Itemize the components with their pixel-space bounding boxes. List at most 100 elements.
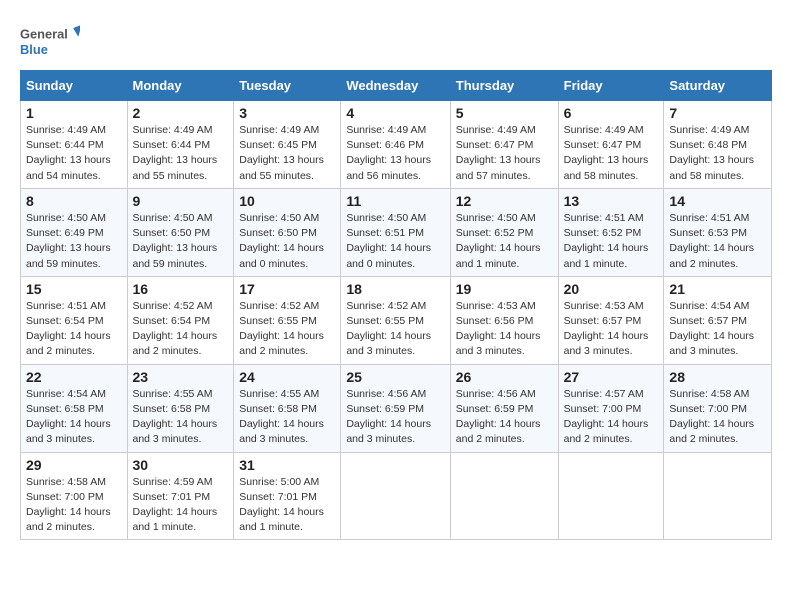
day-number: 30 <box>133 457 229 473</box>
day-info: Sunrise: 4:50 AMSunset: 6:52 PMDaylight:… <box>456 212 541 270</box>
col-header-wednesday: Wednesday <box>341 71 450 101</box>
day-cell: 12 Sunrise: 4:50 AMSunset: 6:52 PMDaylig… <box>450 188 558 276</box>
col-header-monday: Monday <box>127 71 234 101</box>
day-cell: 3 Sunrise: 4:49 AMSunset: 6:45 PMDayligh… <box>234 101 341 189</box>
day-number: 9 <box>133 193 229 209</box>
day-number: 27 <box>564 369 659 385</box>
calendar-table: SundayMondayTuesdayWednesdayThursdayFrid… <box>20 70 772 540</box>
header-row: SundayMondayTuesdayWednesdayThursdayFrid… <box>21 71 772 101</box>
day-info: Sunrise: 4:52 AMSunset: 6:55 PMDaylight:… <box>346 300 431 358</box>
day-info: Sunrise: 4:53 AMSunset: 6:56 PMDaylight:… <box>456 300 541 358</box>
week-row-2: 8 Sunrise: 4:50 AMSunset: 6:49 PMDayligh… <box>21 188 772 276</box>
day-number: 26 <box>456 369 553 385</box>
day-cell: 30 Sunrise: 4:59 AMSunset: 7:01 PMDaylig… <box>127 452 234 540</box>
day-cell: 11 Sunrise: 4:50 AMSunset: 6:51 PMDaylig… <box>341 188 450 276</box>
logo-svg: General Blue <box>20 20 80 62</box>
day-number: 5 <box>456 105 553 121</box>
day-info: Sunrise: 4:50 AMSunset: 6:51 PMDaylight:… <box>346 212 431 270</box>
day-info: Sunrise: 4:51 AMSunset: 6:52 PMDaylight:… <box>564 212 649 270</box>
week-row-4: 22 Sunrise: 4:54 AMSunset: 6:58 PMDaylig… <box>21 364 772 452</box>
day-info: Sunrise: 4:54 AMSunset: 6:57 PMDaylight:… <box>669 300 754 358</box>
col-header-friday: Friday <box>558 71 664 101</box>
day-cell: 24 Sunrise: 4:55 AMSunset: 6:58 PMDaylig… <box>234 364 341 452</box>
day-cell: 15 Sunrise: 4:51 AMSunset: 6:54 PMDaylig… <box>21 276 128 364</box>
day-cell: 20 Sunrise: 4:53 AMSunset: 6:57 PMDaylig… <box>558 276 664 364</box>
day-number: 13 <box>564 193 659 209</box>
day-number: 29 <box>26 457 122 473</box>
day-info: Sunrise: 4:55 AMSunset: 6:58 PMDaylight:… <box>133 388 218 446</box>
day-cell: 2 Sunrise: 4:49 AMSunset: 6:44 PMDayligh… <box>127 101 234 189</box>
day-cell <box>558 452 664 540</box>
day-cell: 4 Sunrise: 4:49 AMSunset: 6:46 PMDayligh… <box>341 101 450 189</box>
day-number: 15 <box>26 281 122 297</box>
day-number: 21 <box>669 281 766 297</box>
day-info: Sunrise: 4:50 AMSunset: 6:50 PMDaylight:… <box>133 212 218 270</box>
col-header-thursday: Thursday <box>450 71 558 101</box>
day-cell: 9 Sunrise: 4:50 AMSunset: 6:50 PMDayligh… <box>127 188 234 276</box>
day-info: Sunrise: 4:52 AMSunset: 6:54 PMDaylight:… <box>133 300 218 358</box>
day-cell: 5 Sunrise: 4:49 AMSunset: 6:47 PMDayligh… <box>450 101 558 189</box>
day-number: 2 <box>133 105 229 121</box>
day-cell <box>341 452 450 540</box>
day-number: 1 <box>26 105 122 121</box>
day-cell: 26 Sunrise: 4:56 AMSunset: 6:59 PMDaylig… <box>450 364 558 452</box>
day-cell <box>450 452 558 540</box>
day-info: Sunrise: 4:50 AMSunset: 6:50 PMDaylight:… <box>239 212 324 270</box>
day-info: Sunrise: 4:52 AMSunset: 6:55 PMDaylight:… <box>239 300 324 358</box>
day-info: Sunrise: 4:58 AMSunset: 7:00 PMDaylight:… <box>26 476 111 534</box>
day-number: 4 <box>346 105 444 121</box>
day-number: 19 <box>456 281 553 297</box>
day-number: 23 <box>133 369 229 385</box>
day-info: Sunrise: 4:55 AMSunset: 6:58 PMDaylight:… <box>239 388 324 446</box>
day-number: 6 <box>564 105 659 121</box>
day-cell: 8 Sunrise: 4:50 AMSunset: 6:49 PMDayligh… <box>21 188 128 276</box>
day-number: 16 <box>133 281 229 297</box>
day-number: 8 <box>26 193 122 209</box>
day-cell: 22 Sunrise: 4:54 AMSunset: 6:58 PMDaylig… <box>21 364 128 452</box>
day-info: Sunrise: 4:50 AMSunset: 6:49 PMDaylight:… <box>26 212 111 270</box>
day-cell: 23 Sunrise: 4:55 AMSunset: 6:58 PMDaylig… <box>127 364 234 452</box>
day-number: 22 <box>26 369 122 385</box>
day-info: Sunrise: 4:56 AMSunset: 6:59 PMDaylight:… <box>456 388 541 446</box>
day-number: 20 <box>564 281 659 297</box>
day-cell: 16 Sunrise: 4:52 AMSunset: 6:54 PMDaylig… <box>127 276 234 364</box>
header: General Blue <box>20 20 772 62</box>
day-cell <box>664 452 772 540</box>
day-cell: 13 Sunrise: 4:51 AMSunset: 6:52 PMDaylig… <box>558 188 664 276</box>
col-header-sunday: Sunday <box>21 71 128 101</box>
day-cell: 1 Sunrise: 4:49 AMSunset: 6:44 PMDayligh… <box>21 101 128 189</box>
day-number: 3 <box>239 105 335 121</box>
day-cell: 6 Sunrise: 4:49 AMSunset: 6:47 PMDayligh… <box>558 101 664 189</box>
day-number: 28 <box>669 369 766 385</box>
day-number: 17 <box>239 281 335 297</box>
svg-text:General: General <box>20 26 68 41</box>
day-cell: 10 Sunrise: 4:50 AMSunset: 6:50 PMDaylig… <box>234 188 341 276</box>
day-info: Sunrise: 4:57 AMSunset: 7:00 PMDaylight:… <box>564 388 649 446</box>
day-cell: 25 Sunrise: 4:56 AMSunset: 6:59 PMDaylig… <box>341 364 450 452</box>
day-number: 31 <box>239 457 335 473</box>
day-info: Sunrise: 4:49 AMSunset: 6:47 PMDaylight:… <box>456 124 541 182</box>
day-number: 24 <box>239 369 335 385</box>
col-header-saturday: Saturday <box>664 71 772 101</box>
day-cell: 7 Sunrise: 4:49 AMSunset: 6:48 PMDayligh… <box>664 101 772 189</box>
day-cell: 31 Sunrise: 5:00 AMSunset: 7:01 PMDaylig… <box>234 452 341 540</box>
day-number: 7 <box>669 105 766 121</box>
week-row-5: 29 Sunrise: 4:58 AMSunset: 7:00 PMDaylig… <box>21 452 772 540</box>
week-row-1: 1 Sunrise: 4:49 AMSunset: 6:44 PMDayligh… <box>21 101 772 189</box>
svg-text:Blue: Blue <box>20 42 48 57</box>
day-info: Sunrise: 4:49 AMSunset: 6:48 PMDaylight:… <box>669 124 754 182</box>
day-info: Sunrise: 4:49 AMSunset: 6:44 PMDaylight:… <box>26 124 111 182</box>
day-info: Sunrise: 4:49 AMSunset: 6:47 PMDaylight:… <box>564 124 649 182</box>
day-number: 14 <box>669 193 766 209</box>
day-cell: 17 Sunrise: 4:52 AMSunset: 6:55 PMDaylig… <box>234 276 341 364</box>
day-number: 10 <box>239 193 335 209</box>
day-info: Sunrise: 4:59 AMSunset: 7:01 PMDaylight:… <box>133 476 218 534</box>
day-info: Sunrise: 4:53 AMSunset: 6:57 PMDaylight:… <box>564 300 649 358</box>
day-info: Sunrise: 4:54 AMSunset: 6:58 PMDaylight:… <box>26 388 111 446</box>
day-cell: 27 Sunrise: 4:57 AMSunset: 7:00 PMDaylig… <box>558 364 664 452</box>
day-cell: 29 Sunrise: 4:58 AMSunset: 7:00 PMDaylig… <box>21 452 128 540</box>
day-info: Sunrise: 4:51 AMSunset: 6:54 PMDaylight:… <box>26 300 111 358</box>
day-info: Sunrise: 4:49 AMSunset: 6:45 PMDaylight:… <box>239 124 324 182</box>
logo: General Blue <box>20 20 80 62</box>
day-cell: 21 Sunrise: 4:54 AMSunset: 6:57 PMDaylig… <box>664 276 772 364</box>
